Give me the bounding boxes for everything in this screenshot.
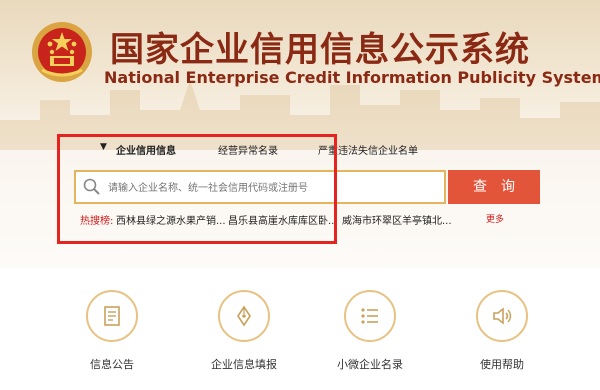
nav-label: 企业信息填报 [211, 358, 277, 371]
nav-icon-circle [476, 290, 528, 342]
nav-icon-circle [86, 290, 138, 342]
site-title-cn: 国家企业信用信息公示系统 [110, 30, 530, 70]
more-link[interactable]: 更多 [486, 212, 504, 225]
search-button[interactable]: 查询 [448, 170, 540, 204]
hot-search-item[interactable]: 威海市环翠区羊亭镇北... [342, 212, 452, 227]
list-icon [361, 308, 378, 324]
nav-enterprise-report[interactable]: 企业信息填报 [194, 290, 294, 372]
nav-icon-circle [344, 290, 396, 342]
highlight-frame [57, 134, 337, 244]
nav-help[interactable]: 使用帮助 [452, 290, 552, 372]
nav-icon-circle [218, 290, 270, 342]
nav-label: 信息公告 [90, 358, 134, 371]
site-title-en: National Enterprise Credit Information P… [104, 68, 600, 87]
nav-label: 使用帮助 [480, 358, 524, 371]
document-icon [104, 306, 120, 326]
pen-icon [237, 305, 251, 327]
speaker-icon [493, 307, 512, 325]
nav-info-announcement[interactable]: 信息公告 [62, 290, 162, 372]
nav-small-enterprise-list[interactable]: 小微企业名录 [320, 290, 420, 372]
nav-label: 小微企业名录 [337, 358, 403, 371]
national-emblem-icon [32, 22, 92, 82]
